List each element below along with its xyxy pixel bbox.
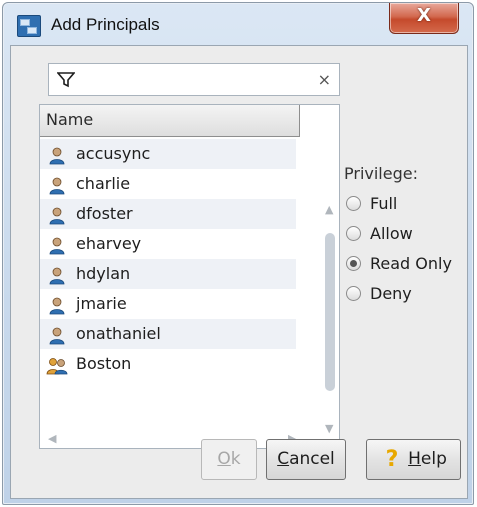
filter-input[interactable] [81,68,305,94]
radio-label: Read Only [370,254,452,273]
clear-filter-icon[interactable]: × [318,70,331,89]
list-item[interactable]: accusync [40,139,296,169]
user-icon [49,145,65,165]
app-icon [17,15,41,37]
filter-field[interactable]: × [48,63,340,96]
list-item[interactable]: hdylan [40,259,296,289]
privilege-group: Privilege: Full Allow Read Only Deny [344,164,474,311]
user-icon [49,205,65,225]
principals-list[interactable]: Name accusync charlie dfoster eharvey hdylan… [39,104,340,449]
list-item[interactable]: jmarie [40,289,296,319]
radio-button[interactable] [346,226,361,241]
dialog-body: × Name accusync charlie dfoster eharvey hdyl… [10,45,468,499]
vertical-scroll-thumb[interactable] [325,233,335,391]
user-icon [49,265,65,285]
list-item-label: onathaniel [76,324,161,343]
scroll-left-icon[interactable]: ◀ [48,432,56,445]
principals-rows: accusync charlie dfoster eharvey hdylan jmari… [40,139,296,379]
vertical-scrollbar[interactable]: ▲ ▼ [319,203,339,435]
ok-button[interactable]: Ok [201,439,257,480]
column-header-name[interactable]: Name [40,105,300,137]
radio-button[interactable] [346,286,361,301]
privilege-option-read-only[interactable]: Read Only [344,251,474,281]
add-principals-dialog: Add Principals X × Name accusync charlie d… [2,2,474,505]
list-item-label: eharvey [76,234,142,253]
window-title: Add Principals [51,15,160,34]
list-item-label: hdylan [76,264,131,283]
help-button[interactable]: ? Help [366,439,461,480]
list-item-label: jmarie [76,294,127,313]
privilege-option-allow[interactable]: Allow [344,221,474,251]
title-bar[interactable]: Add Principals X [3,3,473,45]
privilege-option-full[interactable]: Full [344,191,474,221]
list-item-label: dfoster [76,204,133,223]
user-icon [49,175,65,195]
radio-label: Full [370,194,398,213]
filter-icon [57,72,75,88]
list-item[interactable]: dfoster [40,199,296,229]
scroll-down-icon[interactable]: ▼ [325,422,333,435]
list-item-label: accusync [76,144,151,163]
user-icon [49,325,65,345]
radio-button[interactable] [346,196,361,211]
group-icon [46,355,68,375]
list-item[interactable]: eharvey [40,229,296,259]
radio-label: Allow [370,224,413,243]
user-icon [49,235,65,255]
close-icon: X [417,5,431,26]
cancel-button[interactable]: Cancel [266,439,346,480]
help-question-icon: ? [385,447,399,472]
list-item-label: charlie [76,174,131,193]
list-item[interactable]: charlie [40,169,296,199]
scroll-up-icon[interactable]: ▲ [325,203,333,216]
radio-button[interactable] [346,256,361,271]
list-item-label: Boston [76,354,132,373]
radio-label: Deny [370,284,412,303]
close-button[interactable]: X [389,3,459,34]
list-item[interactable]: Boston [40,349,296,379]
user-icon [49,295,65,315]
privilege-label: Privilege: [344,164,418,183]
list-item[interactable]: onathaniel [40,319,296,349]
privilege-option-deny[interactable]: Deny [344,281,474,311]
